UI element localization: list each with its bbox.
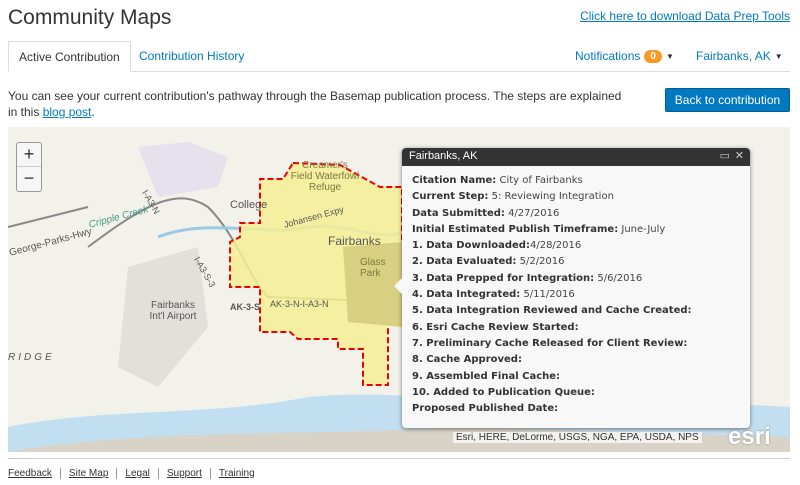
caret-down-icon: ▼ [665, 51, 674, 61]
tab-contribution-history[interactable]: Contribution History [129, 41, 254, 72]
popup-row-value: City of Fairbanks [496, 175, 583, 186]
back-to-contribution-button[interactable]: Back to contribution [665, 88, 790, 112]
popup-row: 8. Cache Approved: [412, 352, 740, 368]
popup-row-label: 5. Data Integration Reviewed and Cache C… [412, 305, 692, 317]
page-title: Community Maps [8, 6, 172, 29]
popup-row-value: June-July [618, 223, 666, 235]
popup-body: Citation Name: City of Fairbanks Current … [402, 166, 750, 424]
popup-row-label: 2. Data Evaluated: [412, 256, 517, 268]
download-data-prep-tools-link[interactable]: Click here to download Data Prep Tools [580, 9, 790, 23]
popup-row-label: 6. Esri Cache Review Started: [412, 321, 579, 333]
tab-active-contribution[interactable]: Active Contribution [8, 41, 131, 72]
footer-link-training[interactable]: Training [209, 468, 263, 479]
maximize-icon[interactable]: ▭ [720, 149, 730, 162]
map-attribution: Esri, HERE, DeLorme, USGS, NGA, EPA, USD… [453, 432, 702, 443]
popup-row-value: 4/27/2016 [504, 207, 560, 219]
popup-header: Fairbanks, AK ▭ ✕ [402, 148, 750, 166]
popup-row: 10. Added to Publication Queue: [412, 385, 740, 401]
footer-link-legal[interactable]: Legal [116, 468, 157, 479]
zoom-in-button[interactable]: + [17, 143, 41, 167]
popup-row: 1. Data Downloaded:4/28/2016 [412, 238, 740, 254]
popup-row-label: 10. Added to Publication Queue: [412, 386, 595, 398]
popup-row-label: 8. Cache Approved: [412, 354, 522, 366]
footer-links: Feedback Site Map Legal Support Training [8, 468, 263, 479]
popup-pointer [394, 278, 402, 294]
intro-end: . [91, 105, 95, 119]
map-label: College [230, 199, 268, 211]
footer-divider [8, 458, 790, 459]
popup-row-label: 9. Assembled Final Cache: [412, 370, 561, 382]
parks-highway [8, 206, 89, 228]
info-popup: Fairbanks, AK ▭ ✕ Citation Name: City of… [394, 148, 750, 428]
map-label: AK-3-S [230, 302, 261, 312]
popup-row: 2. Data Evaluated: 5/2/2016 [412, 254, 740, 270]
tab-bar: Active Contribution Contribution History… [8, 41, 790, 72]
footer-link-site-map[interactable]: Site Map [59, 468, 116, 479]
esri-logo: esri [728, 423, 771, 450]
caret-down-icon: ▼ [774, 51, 783, 61]
popup-row-value: 5/11/2016 [520, 289, 575, 301]
popup-row: Data Submitted: 4/27/2016 [412, 206, 740, 222]
popup-row-label: 4. Data Integrated: [412, 289, 521, 301]
popup-row: Proposed Published Date: [412, 401, 740, 417]
notifications-label: Notifications [575, 49, 641, 63]
popup-row-label: Current Step: [412, 191, 489, 203]
map-label: RIDGE [8, 352, 55, 363]
notifications-dropdown[interactable]: Notifications 0 ▼ [575, 49, 674, 63]
zoom-control: + − [16, 142, 42, 192]
intro-sentence: You can see your current contribution's … [8, 89, 622, 119]
map-view[interactable]: + − Creamer's Field Waterfowl Refuge Col… [8, 127, 790, 452]
popup-row-label: 7. Preliminary Cache Released for Client… [412, 337, 688, 349]
footer-link-support[interactable]: Support [157, 468, 210, 479]
popup-row: 4. Data Integrated: 5/11/2016 [412, 287, 740, 303]
popup-row: 3. Data Prepped for Integration: 5/6/201… [412, 271, 740, 287]
map-label: Creamer's Field Waterfowl Refuge [290, 160, 360, 193]
popup-row-value: 5/6/2016 [594, 272, 643, 284]
popup-row: 7. Preliminary Cache Released for Client… [412, 336, 740, 352]
zoom-out-button[interactable]: − [17, 167, 41, 191]
popup-row: 6. Esri Cache Review Started: [412, 320, 740, 336]
popup-row-value: 5: Reviewing Integration [488, 191, 614, 203]
map-label: AK-3-N-I-A3-N [270, 299, 329, 309]
campus-area [138, 142, 228, 197]
popup-row: Current Step: 5: Reviewing Integration [412, 189, 740, 205]
account-dropdown[interactable]: Fairbanks, AK ▼ [696, 49, 783, 63]
popup-row-label: Initial Estimated Publish Timeframe: [412, 223, 619, 235]
popup-row-label: Data Submitted: [412, 207, 505, 219]
footer-link-feedback[interactable]: Feedback [8, 468, 60, 479]
popup-row-value: 5/2/2016 [516, 256, 565, 268]
map-label: Fairbanks Int'l Airport [149, 300, 197, 322]
popup-title: Fairbanks, AK [409, 150, 478, 162]
close-icon[interactable]: ✕ [735, 149, 744, 162]
popup-row: Citation Name: City of Fairbanks [412, 173, 740, 189]
popup-row-label: 3. Data Prepped for Integration: [412, 272, 595, 284]
popup-row: Initial Estimated Publish Timeframe: Jun… [412, 222, 740, 238]
popup-row: 9. Assembled Final Cache: [412, 369, 740, 385]
map-label: Glass Park [360, 257, 386, 279]
notifications-badge: 0 [644, 49, 662, 63]
popup-row-value: 4/28/2016 [529, 240, 582, 252]
popup-row-label: Citation Name: [412, 175, 497, 186]
popup-row: 5. Data Integration Reviewed and Cache C… [412, 303, 740, 319]
popup-row-label: 1. Data Downloaded: [412, 240, 530, 252]
popup-row-label: Proposed Published Date: [412, 403, 559, 415]
intro-text: You can see your current contribution's … [8, 88, 628, 120]
map-label: Fairbanks [328, 234, 381, 248]
blog-post-link[interactable]: blog post [43, 105, 92, 119]
account-label: Fairbanks, AK [696, 49, 771, 63]
